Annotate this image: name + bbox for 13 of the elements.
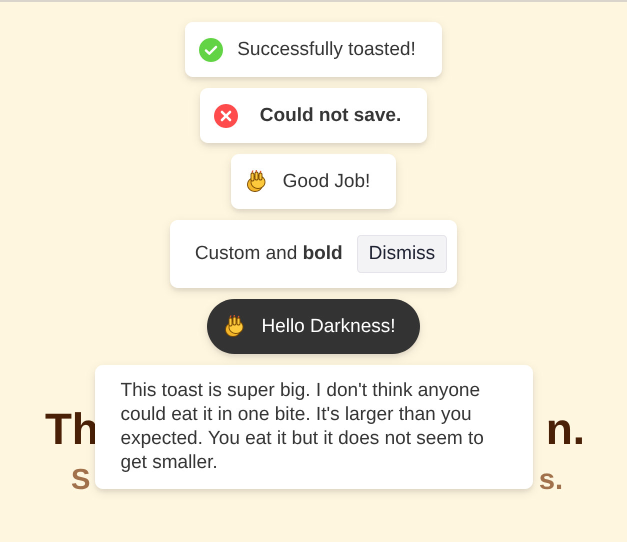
subheadline: s.: [538, 464, 563, 496]
subheadline: S: [71, 464, 90, 496]
toast-message: Custom and bold: [194, 242, 343, 266]
toast-message: Hello Darkness!: [261, 314, 396, 338]
toast-message: This toast is super big. I don't think anyone could eat it in one bite. It's larger than you expected. You eat it but it does not seem to get smaller.: [120, 379, 485, 475]
toast-message: Could not save.: [258, 104, 402, 128]
dismiss-button[interactable]: Dismiss: [356, 235, 448, 273]
error-icon: [214, 104, 238, 128]
headline: n.: [546, 404, 585, 456]
toast-message: Successfully toasted!: [237, 38, 416, 62]
toast-message: Good Job!: [282, 170, 370, 194]
success-check-icon: [199, 38, 224, 62]
headline: Th: [45, 404, 99, 456]
